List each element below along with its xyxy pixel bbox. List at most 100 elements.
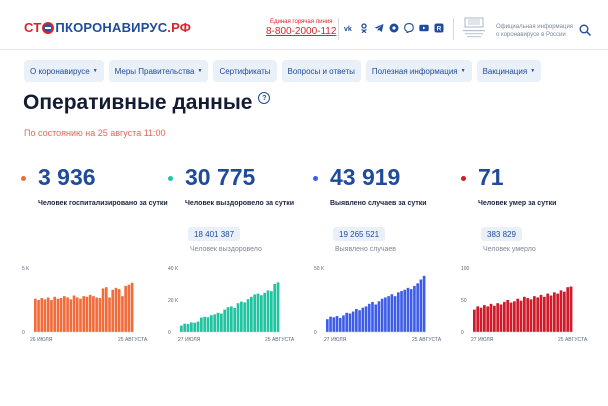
chart-bar[interactable]: [206, 317, 210, 332]
chart-bar[interactable]: [230, 306, 233, 332]
chart-bar[interactable]: [351, 311, 355, 332]
chart-bar[interactable]: [393, 296, 397, 332]
chart-bar[interactable]: [43, 299, 47, 332]
chart-bar[interactable]: [220, 313, 223, 332]
chart-bar[interactable]: [371, 301, 374, 332]
chart-bar[interactable]: [345, 312, 348, 332]
chart-bar[interactable]: [400, 291, 403, 332]
chart-bar[interactable]: [348, 313, 352, 332]
chart-bar[interactable]: [114, 287, 118, 332]
vk-icon[interactable]: vk: [344, 23, 354, 33]
chart-bar[interactable]: [361, 307, 365, 332]
chart-bar[interactable]: [479, 307, 483, 332]
chart-bar[interactable]: [85, 296, 89, 332]
chart-bar[interactable]: [256, 293, 260, 332]
chart-bar[interactable]: [270, 291, 273, 332]
nav-item-vaccination[interactable]: Вакцинация ▼: [476, 60, 542, 82]
chart-bar[interactable]: [384, 297, 387, 332]
chart-bar[interactable]: [243, 302, 247, 332]
chart-bar[interactable]: [266, 290, 270, 332]
chart-bar[interactable]: [63, 296, 66, 332]
chart-bar[interactable]: [34, 298, 37, 332]
chart-bar[interactable]: [104, 287, 108, 332]
chart-bar[interactable]: [98, 298, 102, 332]
chart-bar[interactable]: [338, 317, 342, 332]
chart-bar[interactable]: [59, 298, 63, 332]
chart-bar[interactable]: [240, 301, 243, 332]
chart-bar[interactable]: [476, 306, 480, 332]
chart-bar[interactable]: [233, 308, 237, 332]
chart-bar[interactable]: [246, 299, 250, 332]
chart-bar[interactable]: [519, 300, 523, 332]
chart-bar[interactable]: [92, 296, 95, 332]
chart-bar[interactable]: [226, 307, 230, 332]
chart-bar[interactable]: [180, 325, 183, 332]
chart-bar[interactable]: [210, 315, 213, 332]
chart-bar[interactable]: [250, 296, 253, 332]
chart-bar[interactable]: [335, 316, 339, 332]
chart-bar[interactable]: [75, 297, 79, 332]
chart-bar[interactable]: [422, 275, 426, 332]
chart-bar[interactable]: [553, 292, 556, 332]
chart-bar[interactable]: [124, 285, 127, 332]
chart-bar[interactable]: [529, 299, 533, 332]
chart-bar[interactable]: [506, 300, 510, 332]
chart-bar[interactable]: [533, 296, 536, 332]
chart-bar[interactable]: [380, 298, 384, 332]
chart-bar[interactable]: [543, 296, 546, 332]
chart-bar[interactable]: [186, 324, 190, 332]
chart-bar[interactable]: [53, 296, 56, 332]
chart-bar[interactable]: [66, 297, 69, 332]
youtube-icon[interactable]: [419, 23, 429, 33]
chart-bar[interactable]: [273, 284, 277, 332]
chart-bar[interactable]: [516, 298, 520, 332]
chart-bar[interactable]: [200, 317, 203, 332]
chart-bar[interactable]: [355, 308, 358, 332]
chart-bar[interactable]: [416, 283, 419, 332]
chart-bar[interactable]: [473, 309, 476, 332]
chart-bar[interactable]: [130, 282, 134, 332]
chart-bar[interactable]: [549, 295, 553, 332]
chart-bar[interactable]: [263, 292, 267, 332]
telegram-icon[interactable]: [374, 23, 384, 33]
chart-bar[interactable]: [46, 297, 50, 332]
chart-bar[interactable]: [50, 300, 53, 332]
chart-bar[interactable]: [413, 285, 416, 332]
chart-bar[interactable]: [556, 293, 560, 332]
chart-bar[interactable]: [539, 294, 543, 332]
site-logo[interactable]: СТ ПКОРОНАВИРУС .РФ: [24, 20, 191, 35]
chart-bar[interactable]: [509, 302, 513, 332]
chart-bar[interactable]: [88, 294, 92, 332]
chart-bar[interactable]: [329, 316, 332, 332]
chart-bar[interactable]: [396, 292, 400, 332]
nav-item-certificates[interactable]: Сертификаты: [213, 60, 277, 82]
chart-bar[interactable]: [342, 315, 345, 332]
help-icon[interactable]: ?: [258, 92, 271, 104]
chart-bar[interactable]: [213, 314, 217, 332]
chart-bar[interactable]: [569, 286, 573, 332]
chart-bar[interactable]: [563, 291, 566, 332]
chart-bar[interactable]: [483, 305, 486, 332]
chart-bar[interactable]: [95, 297, 98, 332]
chart-bar[interactable]: [40, 298, 44, 332]
chart-bar[interactable]: [69, 299, 73, 332]
chart-bar[interactable]: [260, 295, 263, 332]
chart-bar[interactable]: [108, 297, 111, 332]
chart-bar[interactable]: [390, 294, 394, 332]
nav-item-useful-info[interactable]: Полезная информация ▼: [365, 60, 472, 82]
chart-bar[interactable]: [37, 300, 40, 332]
chart-bar[interactable]: [72, 295, 76, 332]
chart-bar[interactable]: [377, 301, 381, 332]
chart-bar[interactable]: [223, 309, 227, 332]
chart-bar[interactable]: [190, 322, 193, 332]
chart-bar[interactable]: [326, 319, 329, 332]
chart-bar[interactable]: [101, 288, 105, 332]
chart-bar[interactable]: [526, 298, 530, 332]
chart-bar[interactable]: [367, 303, 371, 332]
chart-bar[interactable]: [364, 306, 368, 332]
nav-item-faq[interactable]: Вопросы и ответы: [281, 60, 361, 82]
chart-bar[interactable]: [332, 317, 336, 332]
hotline-phone-link[interactable]: 8-800-2000-112: [266, 26, 336, 37]
chart-bar[interactable]: [499, 304, 503, 332]
nav-item-government-measures[interactable]: Меры Правительства ▼: [108, 60, 209, 82]
